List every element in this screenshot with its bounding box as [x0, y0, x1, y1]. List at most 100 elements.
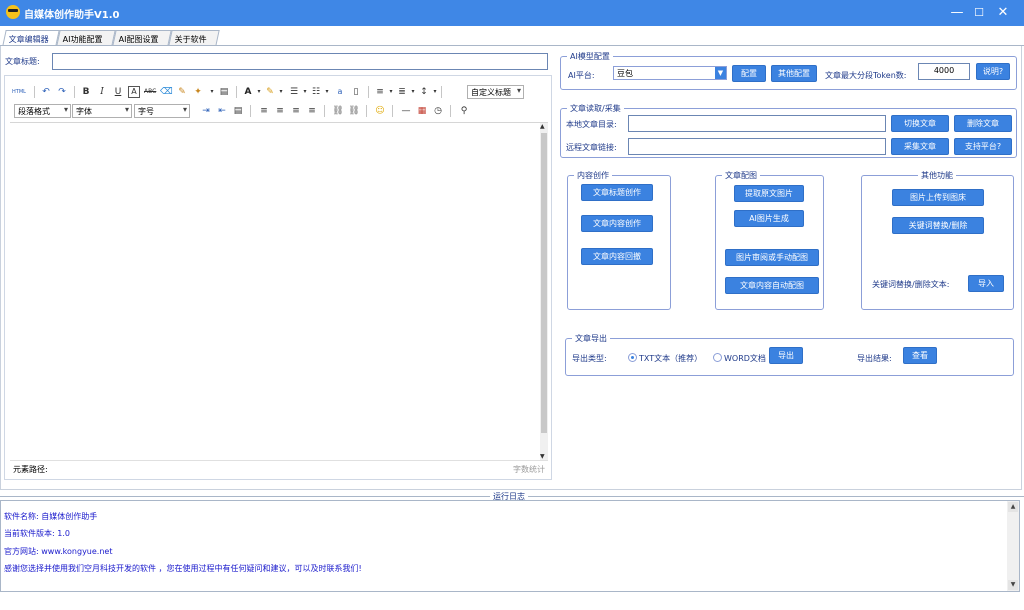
html-source-icon[interactable]: HTML — [12, 86, 26, 98]
max-token-label: 文章最大分段Token数: — [825, 71, 907, 80]
align-left-icon[interactable]: ≡ — [258, 105, 270, 117]
log-line: 软件名称: 自媒体创作助手 — [4, 512, 98, 521]
app-logo-icon — [6, 5, 20, 19]
content-creation-button[interactable]: 文章内容创作 — [581, 215, 653, 232]
replace-text-label: 关键词替换/删除文本: — [872, 280, 950, 289]
remote-link-input[interactable] — [628, 138, 886, 155]
title-creation-button[interactable]: 文章标题创作 — [581, 184, 653, 201]
article-read-title: 文章读取/采集 — [567, 103, 624, 114]
title-bar: 自媒体创作助手V1.0 — ☐ ✕ — [0, 0, 1024, 26]
content-creation-title: 内容创作 — [574, 170, 612, 181]
rtl-icon[interactable]: ⇤ — [216, 105, 228, 117]
supported-platforms-button[interactable]: 支持平台? — [954, 138, 1012, 155]
export-result-label: 导出结果: — [857, 354, 892, 363]
export-type-label: 导出类型: — [572, 354, 607, 363]
log-line: 感谢您选择并使用我们空月科技开发的软件 ，您在使用过程中有任何疑问和建议，可以及… — [4, 564, 362, 573]
content-creation-group: 内容创作 文章标题创作 文章内容创作 文章内容回撤 — [567, 170, 671, 310]
window-title: 自媒体创作助手V1.0 — [24, 10, 120, 21]
align-right-icon[interactable]: ≡ — [290, 105, 302, 117]
tab-about[interactable]: 关于软件 — [168, 30, 220, 46]
scroll-up-icon[interactable]: ▲ — [1008, 502, 1018, 512]
extract-images-button[interactable]: 提取原文图片 — [734, 185, 804, 202]
emoji-icon[interactable]: ☺ — [374, 105, 386, 117]
scroll-down-icon[interactable]: ▼ — [1008, 580, 1018, 590]
horizontal-rule-icon[interactable]: — — [400, 105, 412, 117]
editor-content-area[interactable]: ▲ ▼ — [10, 122, 548, 460]
article-title-label: 文章标题: — [5, 57, 40, 66]
custom-title-select[interactable]: 自定义标题 — [467, 85, 524, 99]
bold-icon[interactable]: B — [80, 86, 92, 98]
view-button[interactable]: 查看 — [903, 347, 937, 364]
editor-scrollbar[interactable]: ▲ ▼ — [540, 123, 548, 460]
scroll-up-icon[interactable]: ▲ — [540, 123, 545, 130]
other-functions-group: 其他功能 图片上传到图床 关键词替换/删除 关键词替换/删除文本: 导入 — [861, 170, 1014, 310]
max-token-input[interactable]: 4000 — [918, 63, 970, 80]
eraser-icon[interactable]: ⌫ — [160, 86, 173, 98]
align-justify-icon[interactable]: ≡ — [306, 105, 318, 117]
underline-icon[interactable]: U — [112, 86, 124, 98]
txt-radio[interactable] — [628, 353, 637, 362]
chevron-down-icon: ▼ — [715, 67, 726, 79]
search-replace-icon[interactable]: ⚲ — [458, 105, 470, 117]
image-review-button[interactable]: 图片审阅或手动配图 — [725, 249, 819, 266]
log-line: 当前软件版本: 1.0 — [4, 529, 70, 538]
close-icon[interactable]: ✕ — [990, 0, 1016, 26]
format-brush-icon[interactable]: ✎ — [176, 86, 188, 98]
upload-image-button[interactable]: 图片上传到图床 — [892, 189, 984, 206]
rich-text-editor: HTML ↶ ↷ B I U A ABC ⌫ ✎ ✦ ▾ ▤ A ▾ ✎ ▾ ☰… — [4, 75, 552, 480]
font-family-select[interactable]: 字体 — [72, 104, 132, 118]
link-icon[interactable]: ⛓ — [332, 105, 344, 117]
word-radio[interactable] — [713, 353, 722, 362]
maximize-icon[interactable]: ☐ — [966, 0, 992, 26]
other-config-button[interactable]: 其他配置 — [771, 65, 817, 82]
tab-ai-config[interactable]: AI功能配置 — [56, 30, 116, 46]
txt-option-label: TXT文本（推荐） — [639, 354, 703, 363]
date-icon[interactable]: ▦ — [416, 105, 428, 117]
word-option-label: WORD文档 — [724, 354, 766, 363]
redo-icon[interactable]: ↷ — [56, 86, 68, 98]
article-title-input[interactable] — [52, 53, 548, 70]
other-functions-title: 其他功能 — [918, 170, 956, 181]
ai-image-gen-button[interactable]: AI图片生成 — [734, 210, 804, 227]
config-button[interactable]: 配置 — [732, 65, 766, 82]
align-center-icon[interactable]: ≡ — [274, 105, 286, 117]
import-button[interactable]: 导入 — [968, 275, 1004, 292]
export-group: 文章导出 导出类型: TXT文本（推荐） WORD文档 导出 导出结果: 查看 — [565, 333, 1014, 376]
ltr-icon[interactable]: ⇥ — [200, 105, 212, 117]
paste-plain-icon[interactable]: ▤ — [218, 86, 230, 98]
tab-ai-image-settings[interactable]: AI配图设置 — [112, 30, 172, 46]
ai-platform-select[interactable]: 豆包 ▼ — [613, 66, 727, 80]
local-dir-input[interactable] — [628, 115, 886, 132]
collect-article-button[interactable]: 采集文章 — [891, 138, 949, 155]
log-line: 官方网站: www.kongyue.net — [4, 547, 113, 556]
article-images-group: 文章配图 提取原文图片 AI图片生成 图片审阅或手动配图 文章内容自动配图 — [715, 170, 824, 310]
font-size-select[interactable]: 字号 — [134, 104, 190, 118]
paragraph-format-select[interactable]: 段落格式 — [14, 104, 71, 118]
italic-icon[interactable]: I — [96, 86, 108, 98]
article-read-group: 文章读取/采集 本地文章目录: 切换文章 删除文章 远程文章链接: 采集文章 支… — [560, 103, 1017, 158]
content-restore-button[interactable]: 文章内容回撤 — [581, 248, 653, 265]
help-button[interactable]: 说明? — [976, 63, 1010, 80]
tab-article-editor[interactable]: 文章编辑器 — [2, 30, 60, 46]
local-dir-label: 本地文章目录: — [566, 120, 617, 129]
undo-icon[interactable]: ↶ — [40, 86, 52, 98]
auto-images-button[interactable]: 文章内容自动配图 — [725, 277, 819, 294]
export-button[interactable]: 导出 — [769, 347, 803, 364]
element-path-label: 元素路径: — [13, 465, 48, 474]
delete-article-button[interactable]: 删除文章 — [954, 115, 1012, 132]
auto-format-icon[interactable]: ✦ — [192, 86, 204, 98]
article-images-title: 文章配图 — [722, 170, 760, 181]
switch-article-button[interactable]: 切换文章 — [891, 115, 949, 132]
run-log[interactable]: 软件名称: 自媒体创作助手 当前软件版本: 1.0 官方网站: www.kong… — [0, 500, 1020, 592]
indent-icon[interactable]: ▤ — [232, 105, 244, 117]
keyword-replace-button[interactable]: 关键词替换/删除 — [892, 217, 984, 234]
strikethrough-icon[interactable]: ABC — [144, 86, 156, 98]
time-icon[interactable]: ◷ — [432, 105, 444, 117]
remote-link-label: 远程文章链接: — [566, 143, 617, 152]
scroll-down-icon[interactable]: ▼ — [540, 453, 545, 460]
insert-link-icon[interactable]: a — [334, 86, 346, 98]
blank-page-icon[interactable]: ▯ — [350, 86, 362, 98]
log-scrollbar[interactable]: ▲ ▼ — [1007, 501, 1019, 591]
unlink-icon[interactable]: ⛓ — [348, 105, 360, 117]
font-border-icon[interactable]: A — [128, 86, 140, 98]
